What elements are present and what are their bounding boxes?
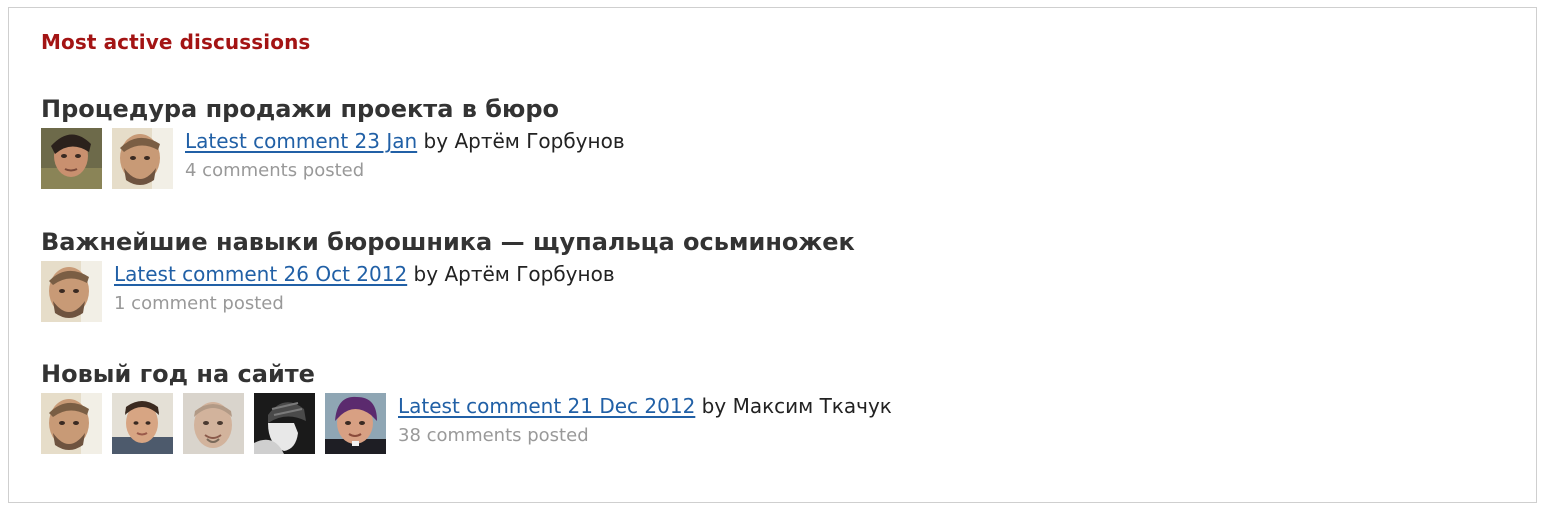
discussion-item: Важнейшие навыки бюрошника — щупальца ос… bbox=[41, 227, 855, 322]
participant-avatars bbox=[41, 393, 396, 454]
avatar[interactable] bbox=[41, 128, 102, 189]
discussion-title[interactable]: Важнейшие навыки бюрошника — щупальца ос… bbox=[41, 227, 855, 257]
discussion-item: Новый год на сайте Latest comment 21 Dec… bbox=[41, 359, 892, 454]
latest-comment-link[interactable]: Latest comment 21 Dec 2012 bbox=[398, 394, 695, 418]
participant-avatars bbox=[41, 261, 112, 322]
latest-comment-link[interactable]: Latest comment 26 Oct 2012 bbox=[114, 262, 407, 286]
latest-comment-link[interactable]: Latest comment 23 Jan bbox=[185, 129, 417, 153]
avatar[interactable] bbox=[254, 393, 315, 454]
most-active-discussions-panel: Most active discussions Процедура продаж… bbox=[8, 7, 1537, 503]
by-label: by bbox=[413, 262, 439, 286]
by-label: by bbox=[423, 129, 449, 153]
author-name: Максим Ткачук bbox=[732, 394, 892, 418]
by-label: by bbox=[701, 394, 727, 418]
discussion-item: Процедура продажи проекта в бюро Latest … bbox=[41, 94, 625, 189]
discussion-title[interactable]: Новый год на сайте bbox=[41, 359, 892, 389]
comment-count: 1 comment posted bbox=[114, 293, 284, 314]
avatar[interactable] bbox=[112, 393, 173, 454]
panel-title: Most active discussions bbox=[41, 30, 311, 54]
avatar[interactable] bbox=[325, 393, 386, 454]
author-name: Артём Горбунов bbox=[454, 129, 625, 153]
avatar[interactable] bbox=[183, 393, 244, 454]
avatar[interactable] bbox=[41, 261, 102, 322]
comment-count: 38 comments posted bbox=[398, 425, 589, 446]
avatar[interactable] bbox=[112, 128, 173, 189]
comment-count: 4 comments posted bbox=[185, 160, 365, 181]
avatar[interactable] bbox=[41, 393, 102, 454]
participant-avatars bbox=[41, 128, 183, 189]
author-name: Артём Горбунов bbox=[444, 262, 615, 286]
discussion-title[interactable]: Процедура продажи проекта в бюро bbox=[41, 94, 625, 124]
